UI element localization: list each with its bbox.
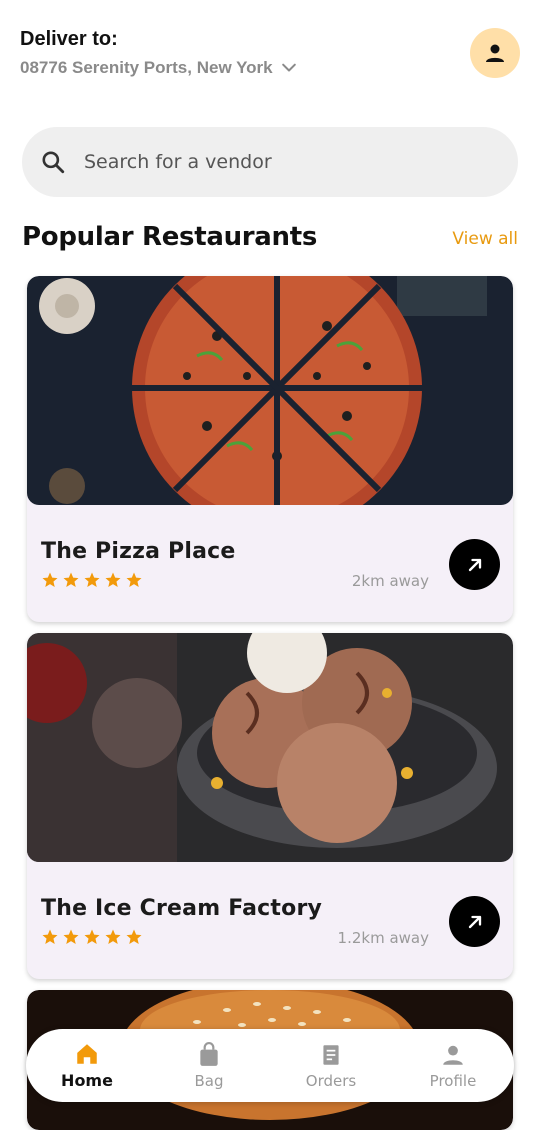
open-restaurant-button[interactable] xyxy=(449,896,500,947)
star-icon xyxy=(42,929,58,944)
pizza-photo xyxy=(27,276,513,505)
chevron-down-icon xyxy=(281,63,296,72)
home-icon xyxy=(77,1044,97,1064)
restaurant-card[interactable]: The Ice Cream Factory 1.2km away xyxy=(27,633,513,979)
star-icon xyxy=(126,572,142,587)
open-restaurant-button[interactable] xyxy=(449,539,500,590)
star-icon xyxy=(84,929,100,944)
star-icon xyxy=(42,572,58,587)
section-title: Popular Restaurants xyxy=(22,222,318,252)
distance-label: 2km away xyxy=(351,572,429,590)
avatar-button[interactable] xyxy=(470,28,520,78)
star-icon xyxy=(105,572,121,587)
bag-icon xyxy=(200,1041,218,1066)
orders-icon xyxy=(323,1044,339,1065)
address-selector[interactable]: 08776 Serenity Ports, New York xyxy=(20,58,299,78)
delivery-address: 08776 Serenity Ports, New York xyxy=(20,58,273,77)
person-icon xyxy=(486,44,504,62)
nav-label: Home xyxy=(61,1071,113,1090)
search-icon xyxy=(42,151,65,174)
view-all-link[interactable]: View all xyxy=(452,229,518,249)
distance-label: 1.2km away xyxy=(337,929,429,947)
nav-bag[interactable]: Bag xyxy=(159,1041,259,1090)
nav-label: Profile xyxy=(429,1071,477,1090)
star-icon xyxy=(84,572,100,587)
nav-profile[interactable]: Profile xyxy=(403,1042,503,1090)
delivery-header: Deliver to: 08776 Serenity Ports, New Yo… xyxy=(20,24,520,84)
restaurant-card[interactable]: The Pizza Place 2km away xyxy=(27,276,513,622)
rating-stars xyxy=(41,571,143,589)
arrow-up-right-icon xyxy=(468,915,481,928)
restaurant-name: The Ice Cream Factory xyxy=(41,896,323,921)
nav-home[interactable]: Home xyxy=(37,1041,137,1090)
profile-icon xyxy=(443,1045,463,1065)
rating-stars xyxy=(41,928,143,946)
deliver-to-label: Deliver to: xyxy=(20,28,118,50)
arrow-up-right-icon xyxy=(468,558,481,571)
nav-orders[interactable]: Orders xyxy=(281,1042,381,1090)
star-icon xyxy=(105,929,121,944)
ice-cream-photo xyxy=(27,633,513,862)
restaurant-name: The Pizza Place xyxy=(41,539,236,564)
star-icon xyxy=(63,929,79,944)
star-icon xyxy=(63,572,79,587)
search-input[interactable] xyxy=(82,150,466,174)
bottom-nav: Home Bag Orders Profile xyxy=(26,1029,514,1102)
nav-label: Bag xyxy=(194,1071,224,1090)
search-bar[interactable] xyxy=(22,127,518,197)
nav-label: Orders xyxy=(305,1071,357,1090)
star-icon xyxy=(126,929,142,944)
